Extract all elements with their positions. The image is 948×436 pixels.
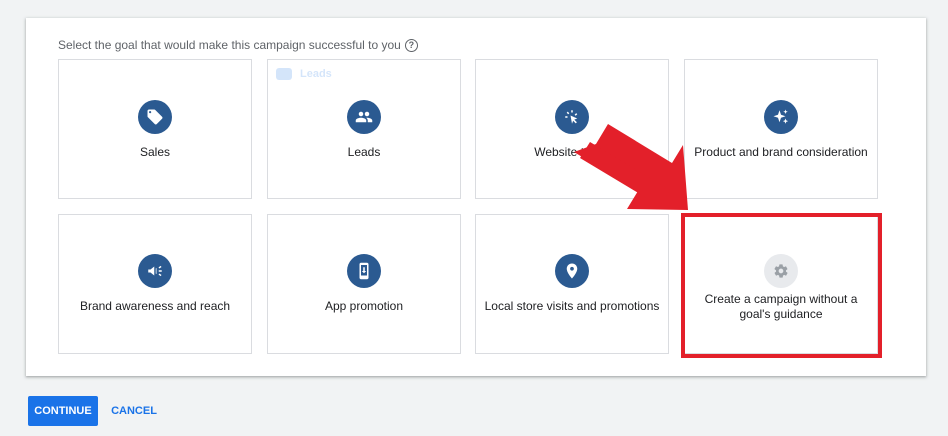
goal-card-local-store-visits[interactable]: Local store visits and promotions: [475, 214, 669, 354]
goal-prompt: Select the goal that would make this cam…: [58, 38, 418, 52]
goal-label: Product and brand consideration: [694, 145, 868, 159]
goal-card-app-promotion[interactable]: App promotion: [267, 214, 461, 354]
goal-label: Brand awareness and reach: [79, 299, 231, 313]
goal-prompt-text: Select the goal that would make this cam…: [58, 38, 401, 52]
goal-card-brand-awareness[interactable]: Brand awareness and reach: [58, 214, 252, 354]
goal-card-sales[interactable]: Sales: [58, 59, 252, 199]
tag-icon: [138, 100, 172, 134]
cancel-button[interactable]: CANCEL: [104, 396, 164, 426]
continue-button[interactable]: CONTINUE: [28, 396, 98, 426]
goal-label: Leads: [347, 145, 381, 159]
goal-label: Local store visits and promotions: [484, 299, 660, 313]
goal-card-product-brand-consideration[interactable]: Product and brand consideration: [684, 59, 878, 199]
map-pin-icon: [555, 254, 589, 288]
sparkle-icon: [764, 100, 798, 134]
goal-card-website-traffic[interactable]: Website traffic: [475, 59, 669, 199]
goal-label: Create a campaign without a goal's guida…: [704, 292, 858, 321]
cursor-click-icon: [555, 100, 589, 134]
goal-label: Website traffic: [534, 145, 610, 159]
phone-download-icon: [347, 254, 381, 288]
goal-label: App promotion: [324, 299, 404, 313]
goal-card-leads[interactable]: Leads Leads: [267, 59, 461, 199]
goal-card-no-goal-guidance[interactable]: Create a campaign without a goal's guida…: [684, 214, 878, 354]
megaphone-icon: [138, 254, 172, 288]
goal-label: Sales: [139, 145, 171, 159]
help-circle-icon[interactable]: ?: [404, 38, 418, 52]
people-icon: [347, 100, 381, 134]
gear-icon: [764, 254, 798, 288]
